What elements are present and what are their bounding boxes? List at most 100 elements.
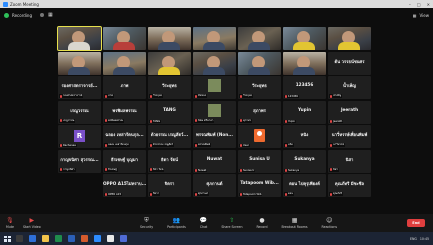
breakout-rooms-button[interactable]: ▦ Breakout Rooms [281, 217, 308, 229]
tray-clock[interactable]: 10:45 [420, 237, 429, 241]
participant-tile[interactable]: ตอน ไปคุรุเพียงค์ ตอน [283, 174, 326, 197]
participant-tile[interactable]: 123456 123456 [283, 76, 326, 99]
participant-tile[interactable]: Yupin Yupin [283, 100, 326, 124]
participants-button[interactable]: 👥 Participants [167, 217, 186, 229]
participant-tile[interactable]: นิคม ศรีมาลา [193, 100, 236, 124]
participant-tile[interactable]: หนิง หนิง [283, 125, 326, 148]
participant-tile[interactable]: ชัยชนะ [193, 76, 236, 99]
participant-avatar: R [74, 130, 85, 142]
participant-tile[interactable]: รองศาสตราจารย์... รองศาสตราจารย์ [58, 76, 101, 99]
participant-tile[interactable]: Sukanya Sukanya [283, 149, 326, 173]
toolbar-button-label: Breakout Rooms [281, 224, 308, 229]
participant-tile[interactable]: วีระยุทธ วีระยุทธ [148, 76, 191, 99]
meeting-toolbar: 🎙 Mute ▶ Start Video ⛨ Security 👥 Participants… [0, 214, 433, 232]
participant-tile[interactable]: กาญจนิศา สุวรรณ... กาญจนิศา [58, 149, 101, 173]
participant-tile[interactable]: Tatapoom Wib... Tatapoom Wib [238, 174, 281, 197]
participant-caption: พรพิมลพรรณ [104, 118, 125, 123]
chat-icon: 💬 [199, 216, 208, 224]
participant-body [203, 42, 225, 50]
participant-tile[interactable]: วีระยุทธ วีระยุทธ [238, 76, 281, 99]
participant-tile[interactable]: เรณูวรรณ เรณูวรรณ [58, 100, 101, 124]
windows-start-icon[interactable] [4, 235, 11, 242]
system-tray: ENG 10:45 [410, 237, 429, 241]
participant-caption-name: TANG [153, 119, 161, 123]
participant-tile[interactable]: จิตรา จิตรา [148, 174, 191, 197]
security-shield-icon[interactable] [4, 12, 9, 18]
participant-tile[interactable]: พรรณพิมพ์ (Non... พรรณพิมพ์ [193, 125, 236, 148]
participant-tile[interactable] [58, 51, 101, 75]
window-titlebar: Zoom Meeting – □ ✕ [0, 0, 433, 8]
participant-tile[interactable]: ภาพ ภาพ [103, 76, 146, 99]
powerpoint-icon[interactable] [81, 235, 88, 242]
participant-tile[interactable] [238, 27, 281, 50]
close-button[interactable]: ✕ [427, 2, 430, 7]
microphone-button[interactable]: 🎙 Mute [6, 217, 14, 229]
record-button[interactable]: ● Record [256, 217, 267, 229]
zoom-taskbar-icon[interactable] [94, 235, 101, 242]
participant-body [293, 66, 315, 75]
participant-tile[interactable]: ธิดา รัตน์ ธิดา รัตน์ [148, 149, 191, 173]
participant-tile[interactable] [283, 51, 326, 75]
participant-caption-name: ด้วยรรณ เรณูสัตว์ [153, 143, 174, 146]
participant-tile[interactable] [283, 27, 326, 50]
participant-tile[interactable] [328, 27, 371, 50]
view-button[interactable]: ▦ View [413, 13, 429, 18]
reactions-button[interactable]: ☺ Reactions [322, 217, 338, 229]
participant-tile[interactable]: น้ำเพ็ญ น้ำเพ็ญ [328, 76, 371, 99]
participant-tile[interactable] [103, 51, 146, 75]
participant-tile[interactable]: ต้น วรรธน์ชนศร [328, 51, 371, 75]
participant-tile[interactable]: นาวี่หรรษ์เพื่อนพิมพ์ นาวี่หรรษ์ [328, 125, 371, 148]
minimize-button[interactable]: – [409, 2, 411, 7]
participant-caption: Nuwat [194, 168, 208, 172]
chrome-icon[interactable] [107, 235, 114, 242]
participant-name: OPPO A15ไม่ทราบ... [103, 181, 146, 186]
shield-button[interactable]: ⛨ Security [140, 217, 153, 229]
participant-caption: สุภาพร [239, 118, 252, 123]
participant-tile[interactable]: OPPO A15ไม่ทราบ... OPPO A15 [103, 174, 146, 197]
share-screen-button[interactable]: ⇧ Share Screen [221, 217, 242, 229]
video-camera-button[interactable]: ▶ Start Video [23, 217, 41, 229]
muted-microphone-icon [285, 119, 287, 123]
participant-name: คุณภัทรี มีชะชีล [334, 181, 365, 186]
participant-tile[interactable]: TANG TANG [148, 100, 191, 124]
participant-tile[interactable]: ฉลอง เหล่ารัตนกุล... ฉลอง เหล่ารัตนกุล [103, 125, 146, 148]
participant-name: Nuwat [206, 155, 223, 161]
word-icon[interactable] [68, 235, 75, 242]
participant-tile[interactable]: สุภาพร สุภาพร [238, 100, 281, 124]
participant-tile[interactable] [57, 26, 102, 51]
chat-button[interactable]: 💬 Chat [199, 216, 208, 229]
participant-tile[interactable] [148, 27, 191, 50]
excel-icon[interactable] [55, 235, 62, 242]
participant-tile[interactable]: พรพิมลพรรณ พรพิมลพรรณ [103, 100, 146, 124]
tray-language[interactable]: ENG [410, 237, 417, 241]
participant-caption-name: คุณภัทรี [333, 192, 342, 195]
participant-tile[interactable]: Nuwat Nuwat [193, 149, 236, 173]
participant-tile[interactable] [103, 27, 146, 50]
participant-name: Yupin [297, 106, 312, 112]
end-meeting-button[interactable]: End [407, 219, 425, 227]
participant-tile[interactable]: R Rachanee [58, 125, 101, 148]
maximize-button[interactable]: □ [417, 2, 421, 7]
participant-tile[interactable]: User [238, 125, 281, 148]
grid-icon[interactable]: ▦ [48, 12, 53, 18]
participant-tile[interactable]: Sunisa U Sunisa U [238, 149, 281, 173]
participant-tile[interactable]: คุณภัทรี มีชะชีลคุณภัทรี [328, 174, 371, 197]
participant-tile[interactable]: ด้วยรรณ เรณูสัตว์... ด้วยรรณ เรณูสัตว์ [148, 125, 191, 148]
participant-caption: Yupin [284, 119, 296, 123]
participant-tile[interactable]: ธีรเชษฐ์ บุญมา ธีรเชษฐ์ [103, 149, 146, 173]
zoom-window: Zoom Meeting – □ ✕ Recording ▦ ▦ View ต้… [0, 0, 433, 245]
participant-caption-name: ฉลอง เหล่ารัตนกุล [108, 143, 129, 146]
participant-tile[interactable] [148, 51, 191, 75]
participant-tile[interactable] [193, 51, 236, 75]
participant-tile[interactable] [193, 27, 236, 50]
participant-tile[interactable] [238, 51, 281, 75]
participant-caption: Sunisa U [239, 168, 256, 172]
file-explorer-icon[interactable] [42, 235, 49, 242]
participant-tile[interactable]: ศุภกานต์ ศุภกานต์ [193, 174, 236, 197]
participant-name: ธิดา รัตน์ [161, 156, 178, 162]
edge-browser-icon[interactable] [29, 235, 36, 242]
search-icon[interactable] [16, 235, 23, 242]
teams-icon[interactable] [120, 235, 127, 242]
participant-tile[interactable]: Jeerath Jeerath [328, 100, 371, 124]
participant-tile[interactable]: นิสา นิสา [328, 149, 371, 173]
